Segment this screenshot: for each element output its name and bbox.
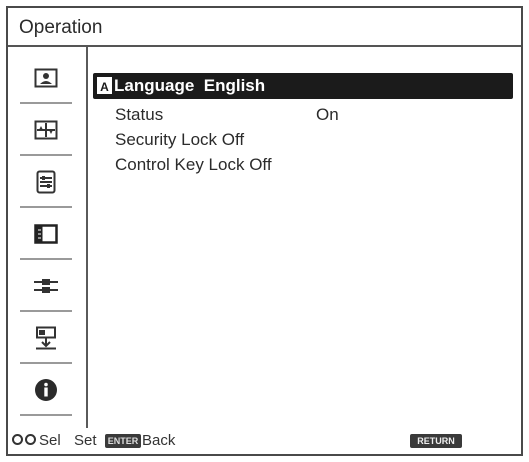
menu-content: A Language English Status On Security Loc… (88, 47, 521, 428)
menu-item-label: Language (114, 76, 195, 95)
setup-icon (36, 170, 56, 193)
language-icon: A (97, 77, 112, 95)
menu-item-label: Security Lock (115, 130, 218, 149)
sidebar-item-installation[interactable] (20, 313, 72, 364)
window-title: Operation (19, 17, 103, 38)
menu-item-control-key-lock[interactable]: Control Key Lock Off (115, 155, 272, 175)
sidebar-item-screen[interactable] (20, 105, 72, 156)
sidebar-item-information[interactable] (20, 365, 72, 416)
hint-sel: Sel (39, 432, 61, 449)
menu-item-label: Control Key Lock (115, 155, 245, 174)
sidebar (8, 47, 88, 428)
status-value: On (316, 105, 339, 125)
screen-icon (34, 120, 58, 139)
sidebar-item-picture[interactable] (20, 53, 72, 104)
enter-button-badge: ENTER (105, 434, 141, 448)
up-arrow-button-icon (12, 434, 23, 445)
menu-item-status[interactable]: Status (115, 105, 163, 125)
sidebar-item-setup[interactable] (20, 157, 72, 208)
menu-item-label: Status (115, 105, 164, 124)
menu-item-value: English (203, 76, 266, 95)
return-button-badge: RETURN (410, 434, 462, 448)
information-icon (35, 378, 57, 401)
installation-icon (36, 326, 56, 349)
sidebar-item-connection[interactable] (20, 261, 72, 312)
menu-item-value: Off (249, 155, 272, 174)
sidebar-item-function[interactable] (20, 209, 72, 260)
picture-icon (34, 68, 58, 87)
hint-set: Set (74, 432, 97, 449)
menu-item-language[interactable]: A Language English (93, 73, 513, 99)
connection-icon (34, 278, 58, 293)
operation-menu-window: Operation A Language English Status On S… (6, 6, 523, 456)
down-arrow-button-icon (25, 434, 36, 445)
function-icon (34, 223, 58, 244)
hint-back: Back (142, 432, 176, 449)
menu-item-value: On (316, 105, 339, 124)
menu-item-security-lock[interactable]: Security Lock Off (115, 130, 244, 150)
menu-item-value: Off (221, 130, 245, 149)
footer-hints: Sel Set ENTER Back RETURN (8, 426, 521, 454)
title-bar: Operation (8, 8, 521, 47)
